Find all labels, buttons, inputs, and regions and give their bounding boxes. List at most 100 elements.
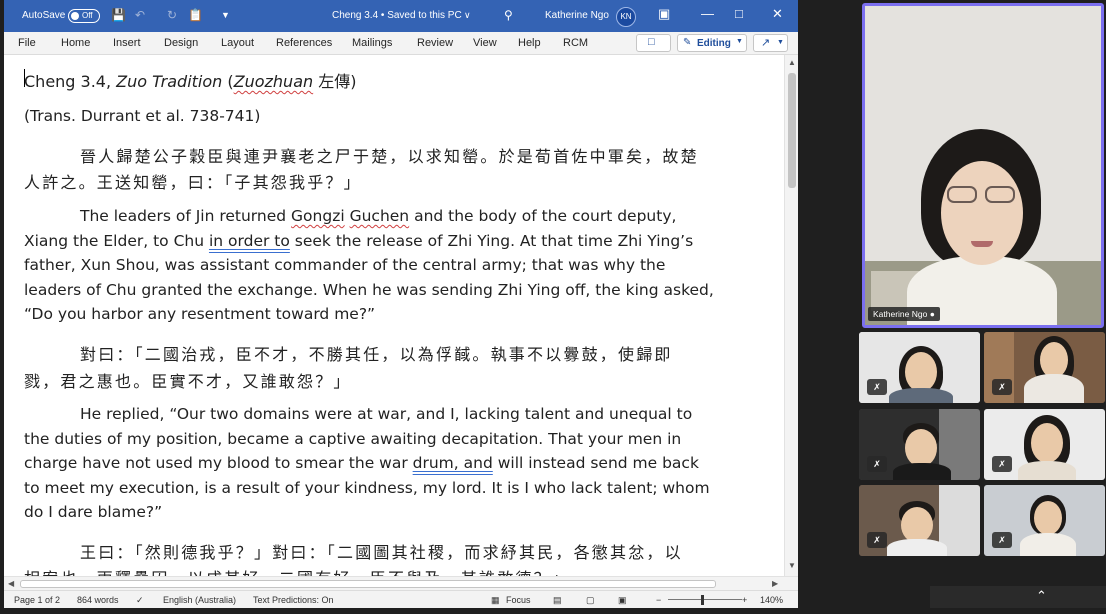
menu-file[interactable]: File (18, 37, 36, 49)
person-body (1020, 533, 1076, 556)
redo-icon[interactable]: ↻ (167, 8, 177, 22)
person-face (901, 507, 933, 543)
editing-label: Editing (697, 38, 731, 49)
scroll-right-icon[interactable]: ▶ (772, 579, 778, 588)
zoom-out-icon[interactable]: − (656, 595, 661, 605)
video-gallery: Katherine Ngo ● ✗ ✗ ✗ ✗ ✗ ✗ ⌃ (800, 0, 1106, 614)
read-mode-icon[interactable]: ▤ (553, 595, 562, 606)
chinese-paragraph-3-line-2: 相宥也，兩釋纍囚，以成其好。二國有好，臣不與及，其誰敢德？」 (24, 565, 570, 576)
customize-toolbar-icon[interactable]: ▼ (221, 10, 230, 20)
menu-design[interactable]: Design (164, 37, 198, 49)
title-paren: ( (222, 72, 234, 91)
search-icon[interactable]: ⚲ (504, 8, 513, 22)
name-label: Katherine Ngo (873, 309, 928, 319)
english-paragraph-1-line-3: father, Xun Shou, was assistant commande… (24, 256, 666, 274)
close-icon[interactable]: ✕ (772, 6, 783, 22)
person-body (887, 539, 947, 556)
proofing-icon[interactable]: ✓ (136, 595, 144, 606)
print-layout-icon[interactable]: ▢ (586, 595, 595, 606)
mouth (971, 241, 993, 247)
english-paragraph-1-line-5: “Do you harbor any resentment toward me?… (24, 305, 376, 323)
document-title[interactable]: Cheng 3.4 • Saved to this PC (332, 10, 462, 21)
horizontal-scrollbar[interactable]: ◀ ▶ (4, 576, 798, 590)
status-bar: Page 1 of 2 864 words ✓ English (Austral… (4, 590, 798, 608)
minimize-icon[interactable]: — (701, 6, 714, 21)
vertical-scrollbar[interactable]: ▲ ▼ (784, 55, 798, 576)
comments-button[interactable]: □ (636, 34, 671, 52)
undo-icon[interactable]: ↶ (135, 8, 145, 22)
menu-layout[interactable]: Layout (221, 37, 254, 49)
participant-tile[interactable]: ✗ (984, 409, 1105, 480)
english-paragraph-2-line-5: do I dare blame?” (24, 503, 163, 521)
title-bar: AutoSave Off 💾 ↶ ↻ 📋 ▼ Cheng 3.4 • Saved… (4, 0, 798, 32)
chevron-up-icon[interactable]: ⌃ (1036, 588, 1047, 604)
autosave-state: Off (82, 11, 93, 20)
paste-icon[interactable]: 📋 (188, 8, 203, 22)
text-run: will instead send me back (492, 454, 699, 472)
active-speaker-video[interactable]: Katherine Ngo ● (862, 3, 1104, 328)
participant-tile[interactable]: ✗ (984, 485, 1105, 556)
text-run: seek the release of Zhi Ying. At that ti… (289, 232, 694, 250)
scroll-up-icon[interactable]: ▲ (788, 58, 796, 67)
web-layout-icon[interactable]: ▣ (618, 595, 627, 606)
person-body (893, 463, 951, 480)
scroll-thumb[interactable] (788, 73, 796, 188)
title-romanized: Zuozhuan (233, 72, 314, 91)
menu-review[interactable]: Review (417, 37, 453, 49)
share-button[interactable]: ↗ ▼ (753, 34, 788, 52)
zoom-slider[interactable] (668, 599, 742, 600)
page-count[interactable]: Page 1 of 2 (14, 595, 60, 605)
english-paragraph-1-line-1: The leaders of Jin returned Gongzi Guche… (80, 207, 676, 225)
zoom-slider-handle[interactable] (701, 595, 705, 605)
glasses-right (985, 186, 1015, 203)
participant-tile[interactable]: ✗ (859, 332, 980, 403)
text-predictions[interactable]: Text Predictions: On (253, 595, 334, 605)
editing-mode-button[interactable]: ✎ Editing ▼ (677, 34, 747, 52)
document-body[interactable]: Cheng 3.4, Zuo Tradition (Zuozhuan 左傳) (… (4, 55, 784, 576)
menu-rcm[interactable]: RCM (563, 37, 588, 49)
word-count[interactable]: 864 words (77, 595, 119, 605)
participant-tile[interactable]: ✗ (859, 409, 980, 480)
document-title-line: Cheng 3.4, Zuo Tradition (Zuozhuan 左傳) (24, 68, 356, 92)
ribbon-menu: File Home Insert Design Layout Reference… (4, 32, 798, 55)
text-run: Guchen (349, 207, 410, 225)
maximize-icon[interactable]: □ (735, 6, 743, 21)
menu-help[interactable]: Help (518, 37, 541, 49)
menu-references[interactable]: References (276, 37, 332, 49)
focus-icon[interactable]: ▦ (491, 595, 500, 606)
menu-mailings[interactable]: Mailings (352, 37, 392, 49)
save-icon[interactable]: 💾 (111, 8, 126, 22)
autosave-toggle[interactable]: Off (68, 9, 100, 23)
ribbon-display-icon[interactable]: ▣ (658, 6, 670, 22)
user-name: Katherine Ngo (545, 10, 609, 21)
person-face (1034, 501, 1062, 535)
scroll-left-icon[interactable]: ◀ (8, 579, 14, 588)
chevron-down-icon: ▼ (736, 38, 743, 45)
mic-muted-icon: ✗ (992, 532, 1012, 548)
pencil-icon: ✎ (683, 37, 692, 48)
avatar[interactable]: KN (616, 7, 636, 27)
active-speaker-name: Katherine Ngo ● (868, 307, 940, 321)
menu-home[interactable]: Home (61, 37, 90, 49)
scroll-thumb[interactable] (20, 580, 716, 588)
participant-tile[interactable]: ✗ (984, 332, 1105, 403)
focus-mode[interactable]: Focus (506, 595, 531, 605)
menu-view[interactable]: View (473, 37, 497, 49)
scroll-down-icon[interactable]: ▼ (788, 561, 796, 570)
zoom-in-icon[interactable]: + (742, 595, 747, 605)
text-run: The leaders of Jin returned (80, 207, 292, 225)
translation-line: (Trans. Durrant et al. 738-741) (24, 107, 261, 125)
menu-insert[interactable]: Insert (113, 37, 141, 49)
participant-tile[interactable]: ✗ (859, 485, 980, 556)
mic-muted-icon: ✗ (867, 456, 887, 472)
english-paragraph-1-line-4: leaders of Chu granted the exchange. Whe… (24, 281, 714, 299)
chevron-down-icon[interactable]: ∨ (464, 10, 471, 21)
language[interactable]: English (Australia) (163, 595, 236, 605)
comment-icon: □ (648, 36, 655, 48)
person-face (941, 161, 1023, 265)
person-face (1031, 423, 1063, 463)
text-run: and the body of the court deputy, (409, 207, 677, 225)
mic-muted-icon: ✗ (992, 456, 1012, 472)
zoom-level[interactable]: 140% (760, 595, 783, 605)
title-chinese: 左傳) (313, 72, 357, 91)
